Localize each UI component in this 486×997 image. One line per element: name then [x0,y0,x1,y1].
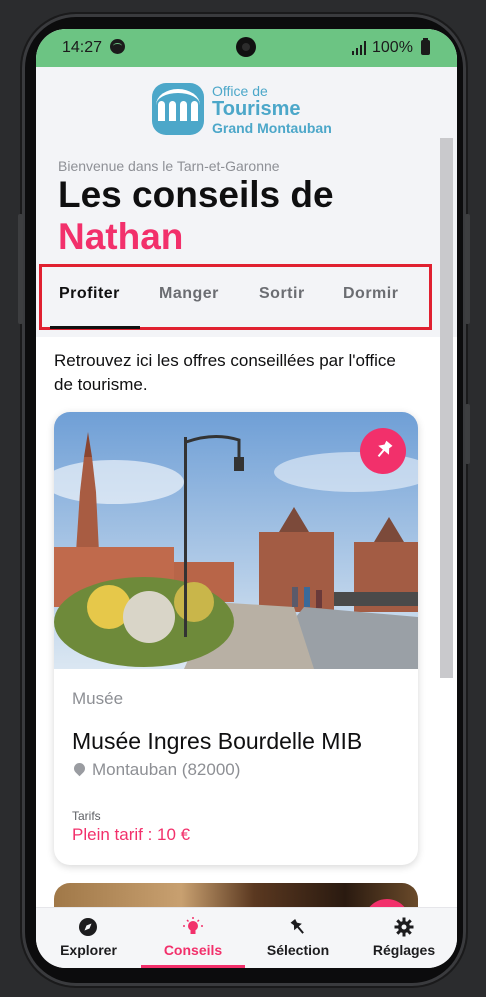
nav-selection[interactable]: Sélection [245,908,351,968]
page-title: Les conseils de [58,174,334,215]
office-tourisme-logo: Office de Tourisme Grand Montauban [152,83,342,139]
welcome-text: Bienvenue dans le Tarn-et-Garonne [58,158,280,174]
status-time: 14:27 [62,39,103,56]
card-category: Musée [72,689,124,708]
tabs-highlight-box [39,264,432,330]
battery-icon [421,38,430,55]
pin-icon [290,918,304,934]
content-scroll-area[interactable]: Office de Tourisme Grand Montauban Bienv… [36,67,457,907]
card-title: Musée Ingres Bourdelle MIB [72,728,363,754]
card-price: Plein tarif : 10 € [72,825,191,844]
status-bar: 14:27 100% [36,29,457,67]
nav-label: Explorer [60,942,117,958]
card-location: Montauban (82000) [71,760,241,780]
front-camera [236,37,256,57]
scrollbar[interactable] [440,138,453,678]
logo-text: Office de Tourisme Grand Montauban [212,84,332,135]
compass-icon [79,918,97,936]
offer-card-next[interactable] [54,883,418,907]
nav-label: Réglages [372,942,436,958]
nav-reglages[interactable]: Réglages [351,908,457,968]
active-nav-indicator [141,965,245,968]
logo-line2: Tourisme [212,98,301,120]
power-button [465,404,470,464]
volume-button [18,214,23,324]
nav-conseils[interactable]: Conseils [141,908,245,968]
logo-line1: Office de [212,83,268,99]
volume-button [465,214,470,324]
bottom-navigation: Explorer Conseils Sélection Réglages [36,907,457,968]
header-section: Office de Tourisme Grand Montauban Bienv… [36,67,457,337]
spotify-icon [110,39,125,54]
location-pin-icon [71,760,88,777]
intro-text: Retrouvez ici les offres conseillées par… [54,351,396,394]
pin-icon [377,440,393,458]
signal-icon [352,41,368,55]
nav-explorer[interactable]: Explorer [36,908,141,968]
nav-label: Sélection [266,942,330,958]
logo-bridge-icon [152,83,204,135]
card-tarif-label: Tarifs [72,809,101,823]
lightbulb-icon [183,917,203,934]
gear-icon [394,917,414,937]
logo-line3: Grand Montauban [212,120,332,136]
battery-percent: 100% [372,39,413,56]
app-screen: 14:27 100% Office de Tourisme Grand Mont… [36,29,457,968]
offer-card[interactable]: Musée Musée Ingres Bourdelle MIB Montaub… [54,412,418,865]
card-location-text: Montauban (82000) [92,760,241,779]
pin-button[interactable] [360,428,406,474]
nav-label: Conseils [163,942,223,958]
page-title-name: Nathan [58,216,184,257]
active-tab-indicator [50,326,140,329]
